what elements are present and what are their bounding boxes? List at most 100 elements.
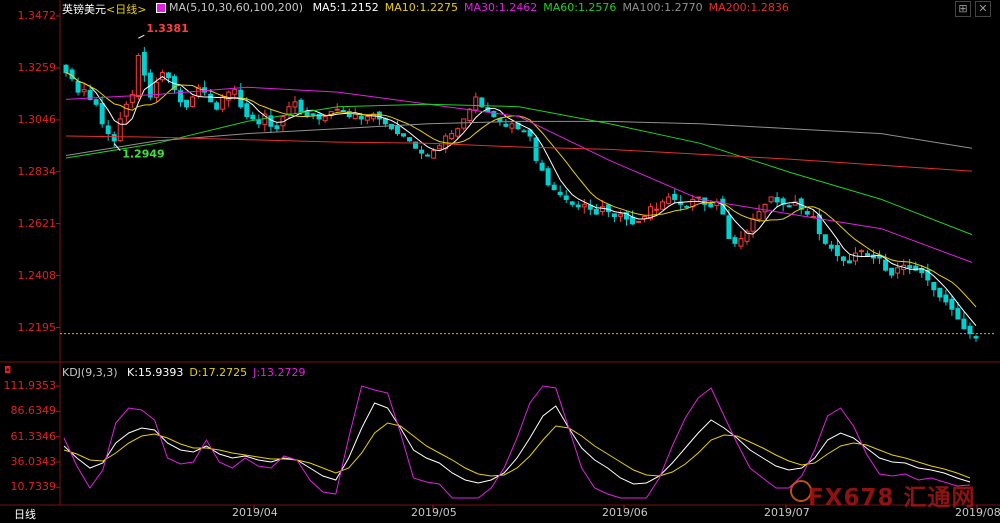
- candle: [581, 203, 587, 208]
- period-label: <日线>: [106, 3, 147, 16]
- ma-value-3: MA60:1.2576: [543, 1, 617, 14]
- price-tick-5: 1.2408: [17, 268, 57, 282]
- candle: [563, 195, 569, 200]
- candle: [521, 130, 527, 133]
- candle: [467, 108, 473, 122]
- kdj-tick-2: 61.3346: [10, 429, 57, 443]
- candle: [907, 265, 913, 269]
- ma10-line: [65, 72, 977, 308]
- candle: [274, 125, 280, 130]
- candle: [732, 237, 738, 244]
- candle: [539, 162, 545, 171]
- maximize-button[interactable]: ⊞: [955, 1, 971, 17]
- candle: [244, 103, 250, 118]
- candle: [425, 154, 431, 157]
- kdj-tick-3: 36.0343: [10, 454, 57, 468]
- candle: [834, 245, 840, 257]
- kdj-value-2: J:13.2729: [253, 366, 306, 379]
- ma-value-1: MA10:1.2275: [384, 1, 458, 14]
- candle: [232, 89, 238, 95]
- period-tab[interactable]: 日线: [14, 506, 36, 522]
- candle: [762, 203, 768, 213]
- candle: [93, 99, 99, 105]
- candle: [364, 116, 370, 121]
- candle: [105, 125, 111, 135]
- candle: [895, 267, 901, 274]
- ma-value-0: MA5:1.2152: [312, 1, 379, 14]
- kdj-tick-4: 10.7339: [10, 480, 57, 494]
- instrument-name: 英镑美元: [62, 3, 106, 16]
- ma30-line: [65, 86, 973, 263]
- candle: [786, 205, 792, 208]
- ma-settings-icon[interactable]: [156, 3, 166, 13]
- watermark: FX678 汇通网: [808, 485, 976, 511]
- candle: [708, 203, 714, 208]
- annotation-label-0: 1.3381: [146, 22, 188, 35]
- candle: [400, 133, 406, 137]
- candle: [557, 191, 563, 196]
- ma-indicator-label: MA(5,10,30,60,100,200): [169, 1, 304, 14]
- candle: [593, 209, 599, 215]
- price-tick-0: 1.3472: [17, 9, 57, 22]
- candle: [256, 119, 262, 125]
- candle: [750, 218, 756, 232]
- instrument-title: 英镑美元<日线>: [62, 1, 146, 17]
- candle: [461, 118, 467, 129]
- candle: [334, 108, 340, 111]
- candle: [437, 145, 443, 150]
- candle: [617, 213, 623, 217]
- kdj-indicator-label: KDJ(9,3,3): [62, 366, 118, 379]
- date-tick-0: 2019/04: [232, 506, 278, 519]
- candle: [816, 214, 822, 235]
- candle: [449, 133, 455, 140]
- candle: [165, 72, 171, 78]
- candle: [931, 281, 937, 291]
- candle: [846, 260, 852, 264]
- price-tick-4: 1.2621: [17, 216, 57, 230]
- price-tick-1: 1.3259: [17, 60, 57, 74]
- close-button[interactable]: ✕: [975, 1, 991, 17]
- candle: [738, 237, 744, 247]
- ma-value-2: MA30:1.2462: [464, 1, 538, 14]
- kdj-toggle-icon[interactable]: ◘: [4, 366, 11, 376]
- candle: [629, 216, 635, 225]
- candle: [551, 184, 557, 191]
- ma5-line: [65, 72, 977, 327]
- candle: [605, 204, 611, 213]
- candle: [967, 325, 973, 335]
- candle: [804, 211, 810, 215]
- candle: [569, 201, 575, 205]
- candle: [376, 111, 382, 120]
- candle: [961, 318, 967, 330]
- candle: [153, 81, 159, 98]
- candle: [852, 252, 858, 262]
- candle: [75, 80, 81, 93]
- candle: [943, 294, 949, 303]
- candle: [889, 267, 895, 276]
- candle: [214, 102, 220, 110]
- candle: [509, 123, 515, 129]
- candle: [63, 64, 69, 74]
- kdj-k-line: [63, 402, 971, 485]
- price-tick-6: 1.2195: [17, 320, 57, 334]
- candle: [599, 206, 605, 212]
- candle: [840, 256, 846, 261]
- candle: [883, 259, 889, 271]
- candle: [111, 134, 117, 142]
- candle: [822, 234, 828, 244]
- candle: [322, 116, 328, 122]
- candle: [949, 298, 955, 310]
- candle: [419, 149, 425, 154]
- candle: [533, 137, 539, 161]
- candle: [828, 244, 834, 249]
- candle: [81, 89, 87, 93]
- annotation-pointer: [138, 34, 145, 39]
- candle: [774, 197, 780, 203]
- ma-legend: MA(5,10,30,60,100,200) MA5:1.2152 MA10:1.…: [156, 1, 789, 14]
- kdj-legend: KDJ(9,3,3) K:15.9393 D:17.2725 J:13.2729: [62, 366, 306, 379]
- chart-canvas[interactable]: 1.33811.29491.2080: [0, 0, 1000, 523]
- candle: [865, 253, 871, 257]
- candle: [117, 118, 123, 142]
- candle: [220, 96, 226, 110]
- annotation-label-1: 1.2949: [122, 148, 164, 161]
